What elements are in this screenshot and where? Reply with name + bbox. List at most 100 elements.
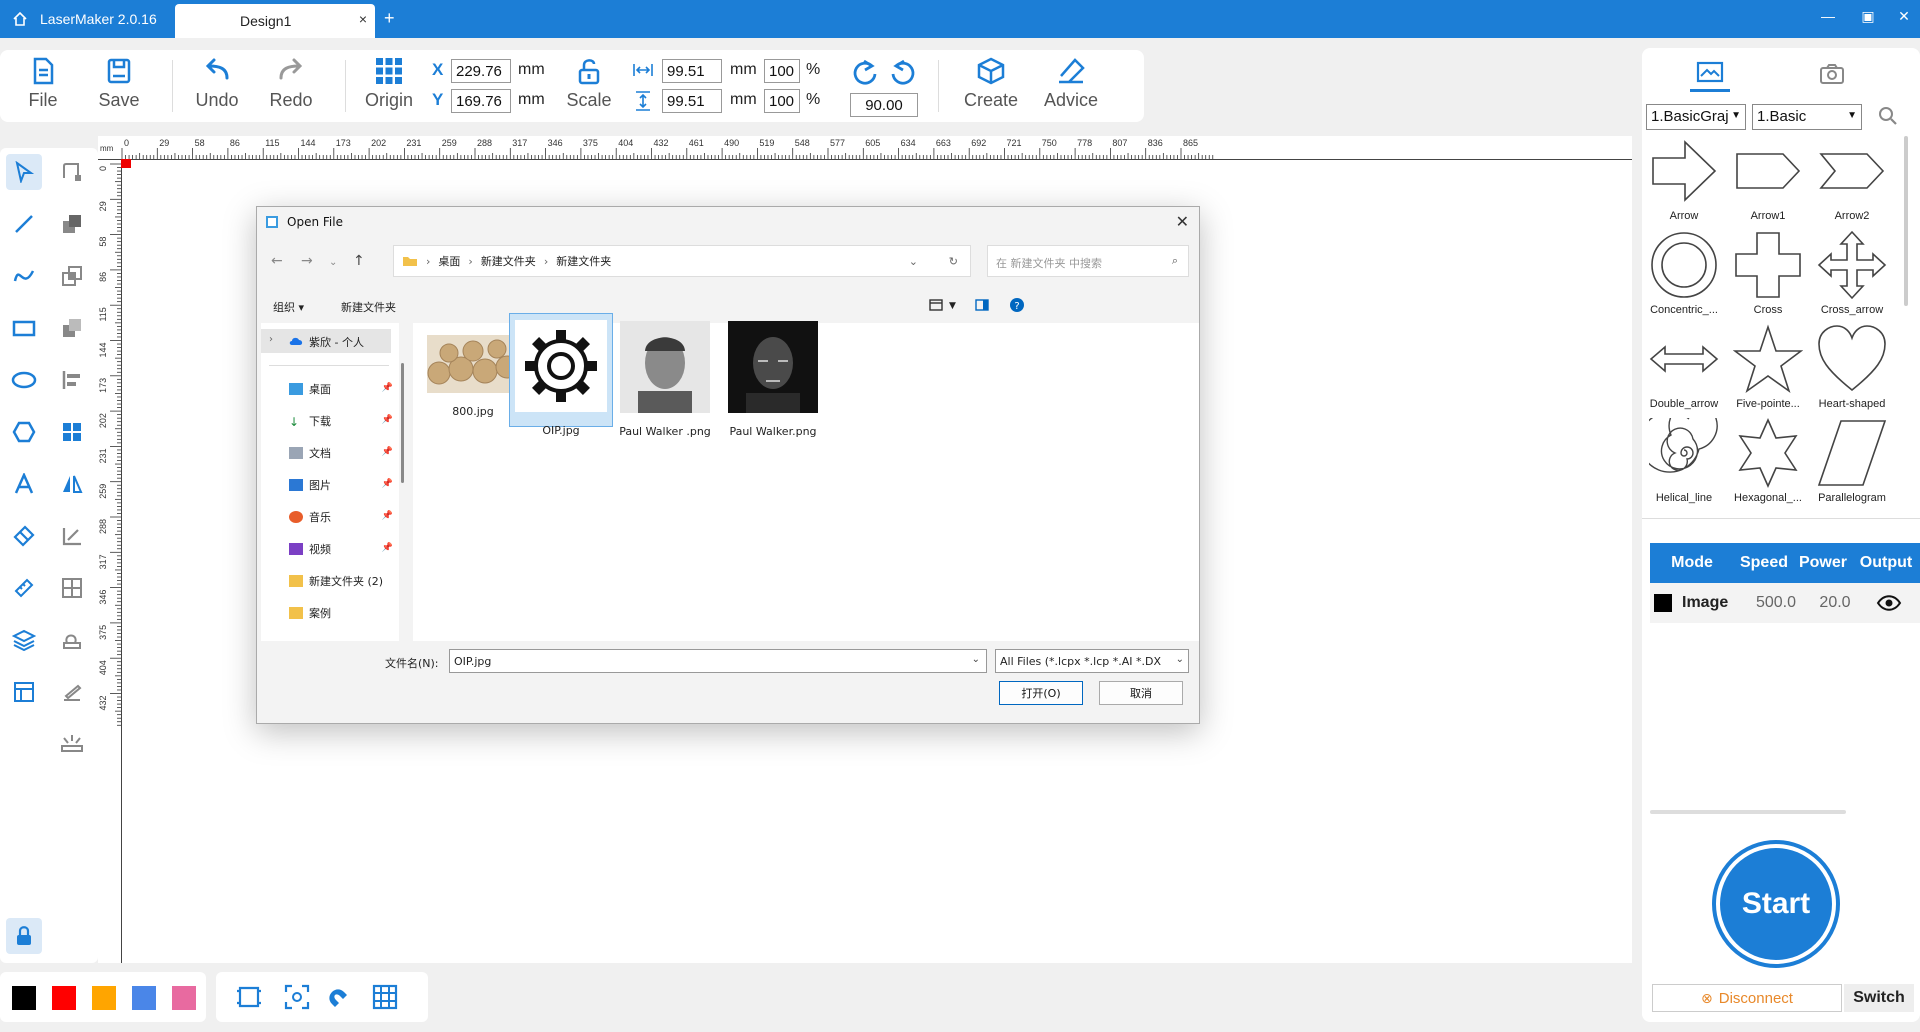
mirror-icon[interactable] [54,466,90,502]
nav-scrollbar[interactable] [401,363,404,483]
ellipse-tool-icon[interactable] [6,362,42,398]
height-percent-input[interactable] [764,89,800,113]
category-select[interactable]: 1.BasicGraj ▼ [1646,104,1746,130]
combine-icon[interactable] [54,206,90,242]
color-swatch-pink[interactable] [172,986,196,1010]
cancel-button[interactable]: 取消 [1099,681,1183,705]
stamp-icon[interactable] [54,622,90,658]
nav-item-desktop[interactable]: 桌面 [289,381,331,397]
node-edit-icon[interactable] [54,154,90,190]
y-input[interactable] [451,89,511,113]
nav-item-cases[interactable]: 案例 [289,605,331,621]
x-input[interactable] [451,59,511,83]
shape-helical-line[interactable]: Helical_line [1642,418,1726,504]
vector-pen-icon[interactable] [54,674,90,710]
lock-icon[interactable] [6,918,42,954]
subtract-icon[interactable] [54,310,90,346]
layers-scrollbar[interactable] [1650,810,1846,814]
address-dropdown-icon[interactable]: ⌄ [909,255,918,268]
tab-design1[interactable]: Design1 × [175,4,375,38]
table-tool-icon[interactable] [6,674,42,710]
layer-color-swatch[interactable] [1654,594,1672,612]
layer-speed[interactable]: 500.0 [1746,594,1806,612]
address-bar[interactable]: › 桌面 › 新建文件夹 › 新建文件夹 ⌄ ↻ [393,245,971,277]
search-icon[interactable] [1878,106,1898,126]
snap-magnet-icon[interactable] [326,984,352,1010]
refresh-icon[interactable]: ↻ [949,255,958,268]
redo-button[interactable]: Redo [256,56,326,111]
rotate-ccw-icon[interactable] [850,58,880,88]
search-box[interactable]: 在 新建文件夹 中搜索 ⌕ [987,245,1189,277]
close-window-icon[interactable]: ✕ [1884,8,1920,25]
save-button[interactable]: Save [84,56,154,111]
file-item[interactable]: Paul Walker.png [721,317,825,440]
measure-tool-icon[interactable] [6,570,42,606]
home-icon[interactable] [0,0,40,38]
select-tool-icon[interactable] [6,154,42,190]
file-button[interactable]: File [8,56,78,111]
shape-cross-arrow[interactable]: Cross_arrow [1810,230,1894,316]
file-item-selected[interactable]: OIP.jpg [509,313,613,437]
origin-button[interactable]: Origin [354,56,424,111]
zoom-fit-icon[interactable] [284,984,310,1010]
layers-tool-icon[interactable] [6,622,42,658]
shape-five-pointed-star[interactable]: Five-pointe... [1726,324,1810,410]
organize-menu[interactable]: 组织 ▾ [273,299,304,315]
help-icon[interactable]: ? [1009,297,1025,313]
width-input[interactable] [662,59,722,83]
laser-icon[interactable] [54,726,90,762]
tab-camera[interactable] [1812,56,1852,92]
nav-item-pictures[interactable]: 图片 [289,477,331,493]
text-tool-icon[interactable] [6,466,42,502]
grid-toggle-icon[interactable] [372,984,398,1010]
tab-library[interactable] [1690,56,1730,92]
minimize-icon[interactable]: — [1808,8,1848,24]
start-button[interactable]: Start [1712,840,1840,968]
expand-chevron-icon[interactable]: › [269,334,273,345]
shape-heart[interactable]: Heart-shaped [1810,324,1894,410]
filename-input[interactable]: OIP.jpg ⌄ [449,649,987,673]
file-item[interactable]: Paul Walker .png [613,317,717,440]
create-button[interactable]: Create [956,56,1026,111]
color-swatch-blue[interactable] [132,986,156,1010]
nav-item-folder2[interactable]: 新建文件夹 (2) [289,573,383,589]
recent-chevron-icon[interactable]: ⌄ [329,257,337,268]
shape-double-arrow[interactable]: Double_arrow [1642,324,1726,410]
tab-close-icon[interactable]: × [359,11,367,27]
height-input[interactable] [662,89,722,113]
advice-button[interactable]: Advice [1035,56,1107,111]
array-icon[interactable] [54,414,90,450]
view-mode-icon[interactable] [929,299,943,311]
preview-pane-icon[interactable] [975,299,989,311]
back-icon[interactable]: ← [271,253,283,269]
rotate-angle-input[interactable] [850,93,918,117]
color-swatch-red[interactable] [52,986,76,1010]
intersect-icon[interactable] [54,258,90,294]
layer-mode[interactable]: Image [1672,594,1746,612]
shape-arrow1[interactable]: Arrow1 [1726,136,1810,222]
nav-onedrive-item[interactable]: 紫欣 - 个人 [289,334,364,350]
curve-tool-icon[interactable] [6,258,42,294]
shape-hexagonal-star[interactable]: Hexagonal_... [1726,418,1810,504]
shape-arrow[interactable]: Arrow [1642,136,1726,222]
filename-dropdown-icon[interactable]: ⌄ [972,654,980,665]
subcategory-select[interactable]: 1.Basic ▼ [1752,104,1862,130]
nav-item-videos[interactable]: 视频 [289,541,331,557]
dialog-close-icon[interactable]: ✕ [1176,212,1189,231]
align-icon[interactable] [54,362,90,398]
line-tool-icon[interactable] [6,206,42,242]
polygon-tool-icon[interactable] [6,414,42,450]
file-type-select[interactable]: All Files (*.lcpx *.lcp *.AI *.DX ⌄ [995,649,1189,673]
width-percent-input[interactable] [764,59,800,83]
breadcrumb-desktop[interactable]: 桌面 [438,253,460,269]
open-button[interactable]: 打开(O) [999,681,1083,705]
new-tab-button[interactable]: + [384,8,395,29]
new-folder-button[interactable]: 新建文件夹 [341,299,396,315]
color-swatch-orange[interactable] [92,986,116,1010]
forward-icon[interactable]: → [301,253,313,269]
up-icon[interactable]: ↑ [353,253,365,269]
nav-item-documents[interactable]: 文档 [289,445,331,461]
rectangle-tool-icon[interactable] [6,310,42,346]
grid-layout-icon[interactable] [54,570,90,606]
layer-row[interactable]: Image 500.0 20.0 [1650,583,1920,623]
